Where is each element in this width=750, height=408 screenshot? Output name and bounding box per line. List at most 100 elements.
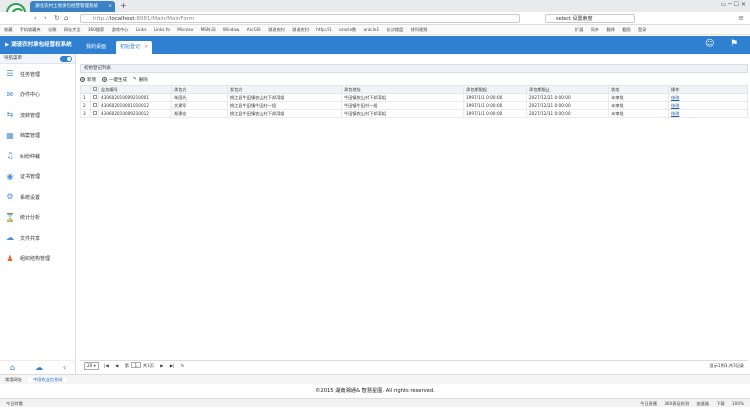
sidebar-header: 导航菜单 [0, 54, 75, 64]
status-item[interactable]: 加速器 [696, 401, 709, 406]
status-item[interactable]: 360表征检测 [664, 401, 689, 406]
sidebar-item-office[interactable]: ✉ 办件中心 [0, 85, 75, 106]
bookmark-item[interactable]: ArcGIS [247, 27, 261, 32]
url-input[interactable]: http://localhost:8081/Main/MainForm [80, 14, 520, 23]
tab-initial-registration[interactable]: 初始登记 × [116, 41, 153, 54]
browser-search-input[interactable]: select 设置索度 [545, 14, 635, 23]
sidebar-item-settings[interactable]: ⚙ 系统设置 [0, 187, 75, 208]
sidebar-item-label: 任务管理 [20, 71, 41, 78]
page-number-input[interactable]: 1 [130, 362, 141, 368]
status-item[interactable]: 下载 [716, 401, 724, 406]
bookmark-item[interactable]: Links [136, 27, 147, 32]
extension-item[interactable]: 扩展 [575, 27, 583, 32]
sidebar-item-organization[interactable]: ♟ 组织结构管理 [0, 249, 75, 270]
row-select[interactable] [90, 101, 99, 110]
edit-link[interactable]: 修改 [671, 111, 679, 116]
sidebar-item-label: 系统设置 [20, 194, 41, 201]
sidebar-item-arbitration[interactable]: ♫ 纠纷仲裁 [0, 146, 75, 167]
certificate-icon: ◉ [6, 171, 14, 181]
theme-icon[interactable]: ⚑ [730, 39, 738, 49]
row-checkbox[interactable] [93, 95, 97, 99]
column-header[interactable]: 承包地址 [341, 85, 464, 94]
row-checkbox[interactable] [93, 111, 97, 115]
column-header[interactable]: 业务编号 [98, 85, 172, 94]
sidebar-item-archive[interactable]: ▦ 档案管理 [0, 126, 75, 147]
page-label: 第 [124, 363, 129, 368]
window-controls[interactable]: ▭ ─ ☐ ✕ [721, 1, 746, 8]
table-row[interactable]: 1 430602010009210001 朱国光 桃江县牛田镇农山村下邦湾组 牛… [80, 93, 748, 102]
browser-tab[interactable]: 湖北农村土地承包经营管理系统 × [30, 1, 115, 12]
sidebar-item-statistics[interactable]: ⌛ 统计分析 [0, 208, 75, 229]
column-header[interactable]: 承包方 [171, 85, 228, 94]
extension-item[interactable]: 同乡 [591, 27, 599, 32]
bookmark-item[interactable]: Microso [177, 27, 193, 32]
bookmark-item[interactable]: 360搜索 [88, 27, 104, 32]
contractor: 郑建宏 [171, 109, 228, 118]
page-size-select[interactable]: 20 ▾ [84, 362, 99, 370]
column-header[interactable]: 承包期限起 [463, 85, 527, 94]
bookmark-item[interactable]: MSN 网 [201, 27, 216, 32]
prev-page-icon[interactable]: ◀ [115, 363, 118, 368]
collapse-icon[interactable]: ‹ [63, 363, 66, 372]
select-all-checkbox[interactable] [93, 87, 97, 91]
refresh-icon[interactable]: ↻ [181, 363, 185, 368]
reload-icon[interactable]: ↻ [54, 14, 60, 22]
bookmark-item[interactable]: 排列视频 [411, 27, 428, 32]
user-icon[interactable]: ☺ [705, 39, 714, 49]
column-header[interactable]: 状态 [608, 85, 669, 94]
bookmark-item[interactable]: Window [223, 27, 240, 32]
column-header[interactable]: 发包方 [227, 85, 342, 94]
next-page-icon[interactable]: ▶ [160, 363, 163, 368]
status-item[interactable]: 今日直播 [640, 401, 657, 406]
bookmark-item[interactable]: 手机收藏夹 [20, 27, 41, 32]
sidebar-item-transfer[interactable]: ⇆ 流转管理 [0, 105, 75, 126]
home-icon[interactable]: ⌂ [10, 363, 15, 372]
bookmark-item[interactable]: Links fo [154, 27, 170, 32]
table-header-row: 业务编号 承包方 发包方 承包地址 承包期限起 承包期限止 状态 操作 [80, 85, 748, 94]
row-select[interactable] [90, 109, 99, 118]
bookmark-item[interactable]: 湖退农村 [268, 27, 285, 32]
bookmark-item[interactable]: 收藏 [4, 27, 12, 32]
bookmark-item[interactable]: 网址大全 [64, 27, 81, 32]
zoom-level[interactable]: 100% [732, 401, 744, 406]
forward-icon[interactable]: › [44, 14, 47, 22]
extension-item[interactable]: 登录 [638, 27, 646, 32]
edit-link[interactable]: 修改 [671, 103, 679, 108]
bookmark-item[interactable]: oracle数 [339, 27, 356, 32]
bookmark-item[interactable]: 谷歌 [48, 27, 56, 32]
extension-item[interactable]: 截图 [622, 27, 630, 32]
bottom-tab-agri-info[interactable]: 中国农业信息网 [28, 377, 68, 382]
tab-my-desktop[interactable]: 我的桌面 [82, 41, 110, 54]
table-row[interactable]: 2 430602010001010012 文建军 桃江县牛田镇牛田村一组 牛田镇… [80, 101, 748, 110]
back-icon[interactable]: ‹ [34, 14, 37, 22]
row-select[interactable] [90, 93, 99, 102]
flow-icon: ⇆ [6, 110, 14, 120]
bottom-tab-common-sites[interactable]: 常用网址 [0, 377, 27, 382]
menu-icon[interactable]: ≡ [738, 14, 744, 22]
generate-button[interactable]: + 一键生成 [102, 77, 127, 83]
column-header[interactable]: 承包期限止 [526, 85, 609, 94]
home-icon[interactable]: ⌂ [64, 14, 68, 22]
sidebar-item-fileshare[interactable]: ☁ 文件共享 [0, 228, 75, 249]
bookmark-item[interactable]: 游戏中心 [112, 27, 129, 32]
sidebar-toggle[interactable] [60, 56, 72, 62]
delete-button[interactable]: ✎ 删除 [133, 77, 148, 83]
first-page-icon[interactable]: |◀ [104, 363, 109, 368]
sidebar-item-certificate[interactable]: ◉ 证书管理 [0, 167, 75, 188]
bookmark-item[interactable]: oracle1 [364, 27, 380, 32]
last-page-icon[interactable]: ▶| [170, 363, 175, 368]
new-tab-icon[interactable]: + [120, 0, 127, 11]
table-row[interactable]: 3 430602010009210012 郑建宏 桃江县牛田镇农山村下邦湾组 牛… [80, 109, 748, 118]
sidebar-item-task[interactable]: ☰ 任务管理 [0, 64, 75, 85]
row-checkbox[interactable] [93, 103, 97, 107]
cloud-icon[interactable]: ☁ [35, 363, 43, 372]
app-header: ▶ 湖退农村承包经营权系统 我的桌面 初始登记 × ☺ ⚑ [0, 36, 750, 54]
bookmark-item[interactable]: 长沙楼盘 [386, 27, 403, 32]
add-button[interactable]: + 新增 [80, 77, 96, 83]
close-icon[interactable]: × [144, 44, 148, 50]
close-icon[interactable]: × [108, 1, 112, 12]
bookmark-item[interactable]: http://1 [316, 27, 332, 32]
edit-link[interactable]: 修改 [671, 95, 679, 100]
extension-item[interactable]: 翻译 [606, 27, 614, 32]
bookmark-item[interactable]: 湖退农村 [292, 27, 309, 32]
